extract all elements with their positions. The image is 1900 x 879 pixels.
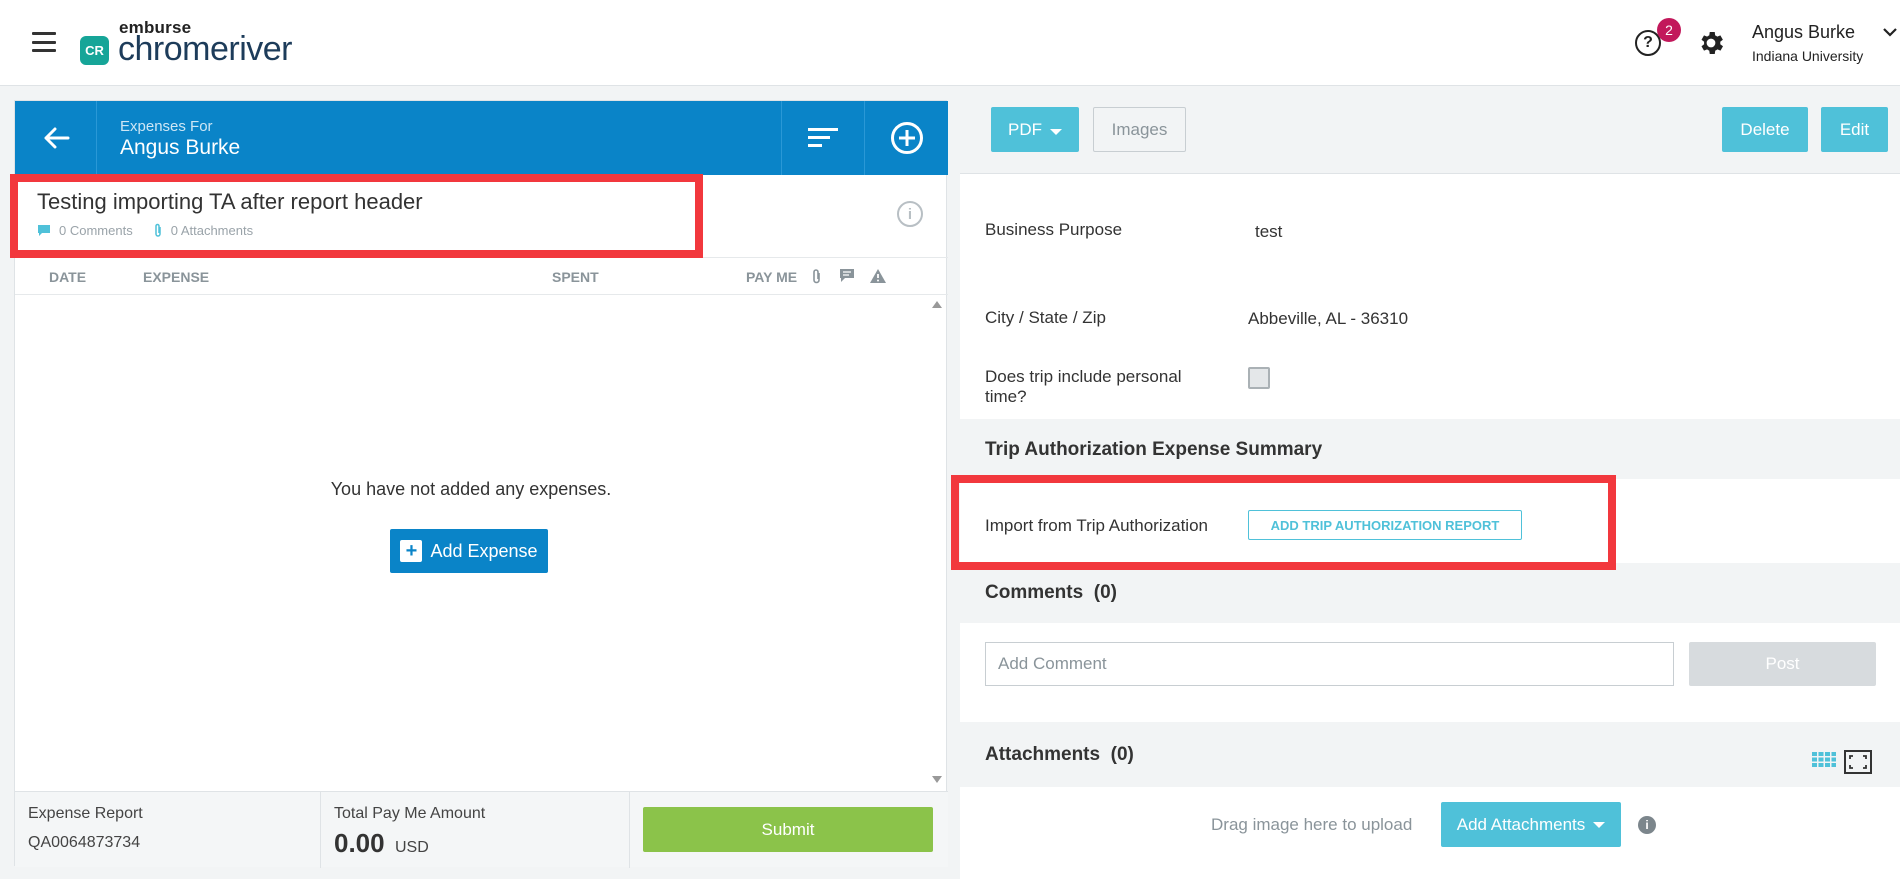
report-panel-header: Expenses For Angus Burke (15, 101, 948, 175)
scrollbar[interactable] (927, 295, 947, 789)
add-attachments-button[interactable]: Add Attachments (1441, 802, 1621, 847)
delete-button[interactable]: Delete (1722, 107, 1808, 152)
column-pay-me[interactable]: PAY ME (746, 269, 797, 285)
ta-summary-title: Trip Authorization Expense Summary (985, 439, 1323, 460)
images-button[interactable]: Images (1093, 107, 1186, 152)
comments-band: Comments (0) (960, 563, 1900, 623)
add-attachments-label: Add Attachments (1456, 814, 1586, 834)
header-subtitle: Expenses For (120, 118, 213, 135)
chevron-down-icon (1883, 28, 1897, 37)
logo-mark: CR (80, 36, 109, 65)
attachments-band: Attachments (0) (960, 722, 1900, 787)
report-title[interactable]: Testing importing TA after report header (37, 189, 423, 215)
caret-down-icon (1050, 128, 1062, 135)
report-id-label: Expense Report (28, 805, 143, 822)
city-state-zip-label: City / State / Zip (985, 308, 1106, 327)
submit-button[interactable]: Submit (643, 807, 933, 852)
logo-brand-main: chromeriver (118, 30, 292, 68)
add-trip-authorization-button[interactable]: ADD TRIP AUTHORIZATION REPORT (1248, 510, 1522, 540)
expense-table-header: DATE EXPENSE SPENT PAY ME (15, 257, 948, 295)
paperclip-icon (154, 223, 161, 237)
ta-summary-band: Trip Authorization Expense Summary (960, 419, 1900, 479)
pdf-dropdown-button[interactable]: PDF (991, 107, 1079, 152)
pdf-label: PDF (1008, 119, 1042, 139)
plus-icon: + (400, 540, 423, 562)
add-circle-button[interactable] (864, 101, 948, 175)
paperclip-icon (813, 269, 820, 284)
user-menu[interactable]: Angus Burke Indiana University (1752, 22, 1897, 64)
report-meta: 0 Comments 0 Attachments (37, 223, 253, 238)
total-pay-me-cell: Total Pay Me Amount 0.00 USD (321, 792, 630, 868)
arrow-left-icon (44, 127, 69, 149)
back-button[interactable] (15, 101, 97, 175)
logo[interactable]: CR emburse chromeriver (80, 18, 310, 68)
column-expense[interactable]: EXPENSE (143, 269, 209, 285)
drag-upload-hint: Drag image here to upload (1211, 815, 1413, 834)
report-id-cell: Expense Report QA0064873734 (15, 792, 321, 868)
info-icon[interactable]: i (1638, 816, 1656, 834)
empty-expenses-message: You have not added any expenses. (330, 479, 612, 499)
report-detail-body: Business Purpose test City / State / Zip… (960, 174, 1900, 879)
plus-circle-icon (890, 122, 923, 154)
personal-time-label: Does trip include personal time? (985, 367, 1182, 406)
gear-icon[interactable] (1696, 28, 1726, 58)
top-nav: CR emburse chromeriver ? 2 Angus Burke I… (0, 0, 1900, 86)
total-pay-me-amount: 0.00 (334, 828, 385, 858)
warning-icon (870, 269, 886, 283)
help-button[interactable]: ? 2 (1635, 18, 1681, 58)
report-id-value: QA0064873734 (28, 834, 141, 851)
attachments-title: Attachments (0) (985, 744, 1134, 765)
personal-time-checkbox[interactable] (1248, 367, 1270, 389)
notification-badge: 2 (1657, 18, 1681, 42)
scroll-down-arrow[interactable] (932, 776, 942, 783)
add-expense-button[interactable]: + Add Expense (390, 529, 548, 573)
attachments-count[interactable]: 0 Attachments (171, 223, 253, 238)
user-name: Angus Burke (1752, 22, 1856, 42)
report-footer: Expense Report QA0064873734 Total Pay Me… (15, 791, 948, 868)
comment-input[interactable] (985, 642, 1674, 686)
column-spent[interactable]: SPENT (552, 269, 599, 285)
business-purpose-value: test (1255, 222, 1283, 241)
grid-view-icon[interactable] (1812, 752, 1836, 772)
hamburger-menu-icon[interactable] (32, 32, 56, 52)
city-state-zip-value: Abbeville, AL - 36310 (1248, 309, 1409, 328)
caret-down-icon (1593, 821, 1606, 828)
column-date[interactable]: DATE (49, 269, 86, 285)
sort-button[interactable] (781, 101, 863, 175)
edit-button[interactable]: Edit (1821, 107, 1888, 152)
total-currency: USD (395, 839, 429, 856)
scroll-up-arrow[interactable] (932, 301, 942, 308)
sort-icon (807, 128, 838, 147)
total-pay-me-label: Total Pay Me Amount (334, 805, 486, 822)
comment-icon (840, 269, 854, 282)
detail-toolbar: PDF Images Delete Edit (960, 86, 1900, 174)
header-owner-name: Angus Burke (120, 136, 241, 159)
ta-import-label: Import from Trip Authorization (985, 516, 1208, 535)
fullscreen-icon[interactable] (1844, 750, 1872, 774)
expense-report-panel: Expenses For Angus Burke Testing importi… (14, 100, 948, 868)
info-icon[interactable]: i (897, 201, 923, 227)
user-org: Indiana University (1752, 48, 1864, 64)
post-comment-button[interactable]: Post (1689, 642, 1876, 686)
business-purpose-label: Business Purpose (985, 220, 1123, 239)
add-expense-label: Add Expense (430, 540, 538, 561)
comments-count[interactable]: 0 Comments (59, 223, 133, 238)
comments-title: Comments (0) (985, 582, 1117, 603)
comment-icon (38, 225, 50, 236)
